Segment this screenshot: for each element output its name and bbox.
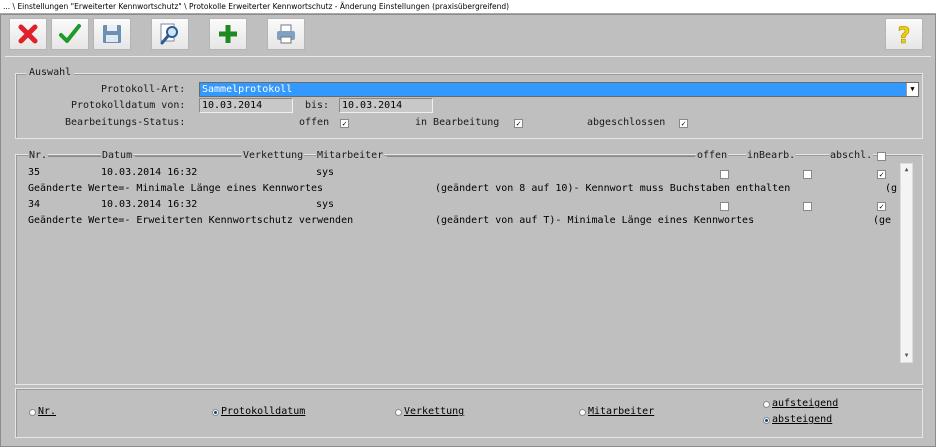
date-from-field[interactable]: 10.03.2014 [199, 98, 293, 113]
main-window: ? Auswahl Protokoll-Art: Sammelprotokoll… [0, 14, 936, 447]
search-button[interactable] [151, 18, 189, 50]
add-button[interactable] [209, 18, 247, 50]
column-header-mitarbeiter[interactable]: Mitarbeiter [316, 150, 385, 161]
row-detail-text: (geändert von auf T)- Minimale Länge ein… [435, 215, 755, 226]
column-header-nr[interactable]: Nr. [28, 150, 49, 161]
chevron-down-icon[interactable]: ▼ [906, 83, 918, 96]
table-row-datum[interactable]: 10.03.2014 16:32 [101, 199, 197, 210]
floppy-disk-icon [103, 25, 121, 43]
printer-icon [277, 24, 295, 44]
status-open-checkbox[interactable]: ✓ [340, 119, 349, 128]
red-x-icon [18, 24, 38, 44]
status-label: Bearbeitungs-Status: [65, 117, 186, 128]
row-open-checkbox[interactable] [720, 202, 729, 211]
question-icon: ? [897, 24, 911, 46]
table-row-nr[interactable]: 34 [28, 199, 40, 210]
header-rule [135, 156, 241, 157]
select-all-checkbox[interactable] [877, 152, 886, 161]
status-inprogress-checkbox[interactable]: ✓ [514, 119, 523, 128]
table-row-mitarbeiter[interactable]: sys [316, 199, 334, 210]
sort-nr-label[interactable]: Nr. [38, 406, 56, 417]
sort-verkettung-label[interactable]: Verkettung [404, 406, 464, 417]
help-button[interactable]: ? [885, 18, 923, 50]
date-to-label: bis: [305, 100, 330, 111]
row-inbearb-checkbox[interactable] [803, 202, 812, 211]
green-plus-icon [219, 25, 237, 43]
row-abschl-checkbox[interactable]: ✓ [877, 170, 886, 179]
svg-text:?: ? [898, 24, 911, 46]
row-detail-text: Geänderte Werte=- Minimale Länge eines K… [28, 183, 324, 194]
sort-protokolldatum-radio[interactable] [212, 409, 219, 416]
status-closed-label: abgeschlossen [587, 117, 666, 128]
sort-verkettung-radio[interactable] [395, 409, 402, 416]
protocol-type-dropdown[interactable]: Sammelprotokoll ▼ [199, 82, 919, 97]
row-detail-text: (g [885, 183, 898, 194]
sort-mitarbeiter-radio[interactable] [579, 409, 586, 416]
date-to-field[interactable]: 10.03.2014 [339, 98, 433, 113]
sort-ascending-radio[interactable] [763, 401, 770, 408]
ok-button[interactable] [51, 18, 89, 50]
toolbar-divider [5, 56, 931, 57]
sort-group [15, 388, 923, 438]
protocol-type-label: Protokoll-Art: [101, 84, 186, 95]
sort-protokolldatum-label[interactable]: Protokolldatum [221, 406, 305, 417]
green-check-icon [59, 24, 81, 43]
print-button[interactable] [267, 18, 305, 50]
selection-group-title: Auswahl [26, 67, 75, 78]
column-header-inbearb[interactable]: inBearb. [746, 150, 797, 161]
cancel-button[interactable] [9, 18, 47, 50]
sort-descending-label[interactable]: absteigend [772, 414, 832, 425]
column-header-abschl[interactable]: abschl. [829, 150, 874, 161]
save-button[interactable] [93, 18, 131, 50]
window-title: ... \ Einstellungen "Erweiterter Kennwor… [0, 0, 936, 14]
table-row-nr[interactable]: 35 [28, 167, 40, 178]
sort-nr-radio[interactable] [29, 409, 36, 416]
magnifier-icon [160, 23, 178, 45]
sort-mitarbeiter-label[interactable]: Mitarbeiter [588, 406, 654, 417]
status-open-label: offen [299, 117, 330, 128]
row-open-checkbox[interactable] [720, 170, 729, 179]
column-header-datum[interactable]: Datum [101, 150, 134, 161]
table-row-mitarbeiter[interactable]: sys [316, 167, 334, 178]
column-header-offen[interactable]: offen [696, 150, 729, 161]
sort-ascending-label[interactable]: aufsteigend [772, 398, 838, 409]
row-detail-text: (geändert von 8 auf 10)- Kennwort muss B… [435, 183, 791, 194]
column-header-verkettung[interactable]: Verkettung [242, 150, 305, 161]
scroll-down-icon[interactable]: ▼ [901, 350, 912, 362]
header-rule [387, 156, 695, 157]
vertical-scrollbar[interactable]: ▲ ▼ [900, 163, 913, 363]
row-inbearb-checkbox[interactable] [803, 170, 812, 179]
status-closed-checkbox[interactable]: ✓ [679, 119, 688, 128]
scroll-up-icon[interactable]: ▲ [901, 164, 912, 176]
row-abschl-checkbox[interactable]: ✓ [877, 202, 886, 211]
header-rule [47, 156, 101, 157]
status-inprogress-label: in Bearbeitung [415, 117, 500, 128]
row-detail-text: Geänderte Werte=- Erweiterten Kennwortsc… [28, 215, 354, 226]
row-detail-text: (ge [873, 215, 892, 226]
date-from-label: Protokolldatum von: [71, 100, 186, 111]
table-row-datum[interactable]: 10.03.2014 16:32 [101, 167, 197, 178]
sort-descending-radio[interactable] [763, 417, 770, 424]
protocol-type-value: Sammelprotokoll [202, 84, 293, 95]
